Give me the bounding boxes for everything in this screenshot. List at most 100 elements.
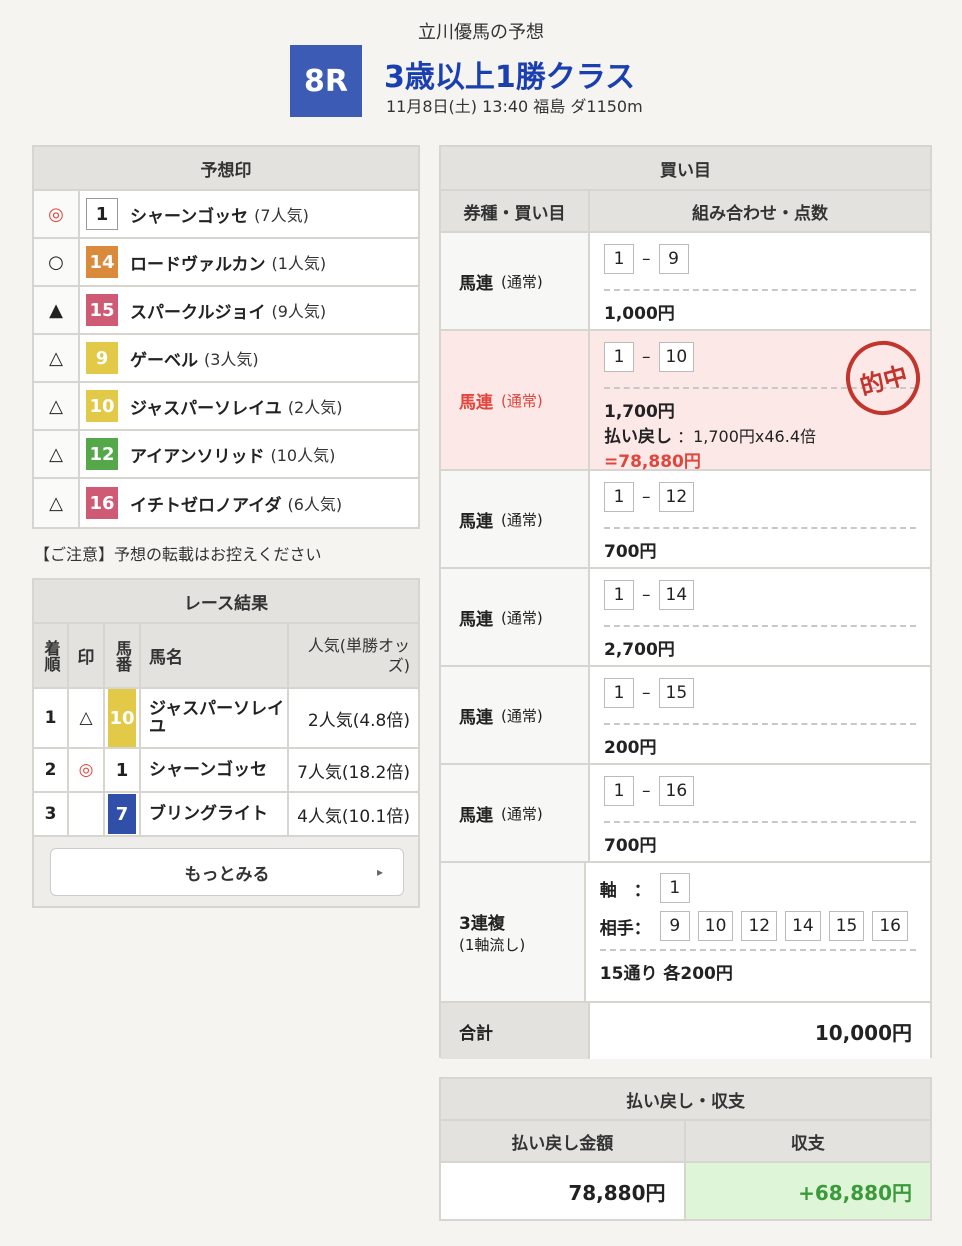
combo-horse-b: 12 bbox=[658, 482, 695, 512]
bet-row-hit: 馬連 (通常) 1–10 1,700円 払い戻し ：1,700円x46.4倍 =7… bbox=[441, 331, 930, 472]
bet-row: 馬連 (通常) 1–15 200円 bbox=[441, 667, 930, 765]
bet-type: 馬連 bbox=[459, 511, 493, 532]
bet-type: 馬連 bbox=[459, 392, 493, 413]
total-label: 合計 bbox=[441, 1003, 590, 1059]
results-title: レース結果 bbox=[34, 580, 418, 624]
combo-horse-b: 14 bbox=[658, 580, 695, 610]
horse-name[interactable]: スパークルジョイ bbox=[130, 298, 266, 323]
table-row: 2 ◎ 1 シャーンゴッセ 7人気(18.2倍) bbox=[34, 747, 418, 793]
col-popularity: 人気(単勝オッズ) bbox=[287, 624, 418, 689]
bet-amount: 1,000円 bbox=[604, 304, 675, 324]
col-mark: 印 bbox=[67, 624, 105, 689]
page-subtitle: 立川優馬の予想 bbox=[418, 22, 544, 43]
horse-number: 10 bbox=[86, 390, 118, 422]
combo-dash: – bbox=[642, 683, 651, 703]
combo-horse-b: 9 bbox=[658, 244, 689, 274]
result-horse-name[interactable]: シャーンゴッセ bbox=[139, 747, 289, 793]
result-horse-number: 7 bbox=[108, 794, 136, 834]
result-mark: ◎ bbox=[67, 747, 105, 793]
horse-number: 1 bbox=[86, 198, 118, 230]
horse-number: 9 bbox=[86, 342, 118, 374]
bet-subtype: (通常) bbox=[501, 272, 543, 291]
bets-panel: 買い目 券種・買い目 組み合わせ・点数 馬連 (通常) 1–9 1,000円 馬連… bbox=[439, 145, 932, 1059]
combo-horse-b: 10 bbox=[658, 342, 695, 372]
see-more-button[interactable]: もっとみる ▸ bbox=[50, 848, 404, 896]
result-mark: △ bbox=[67, 687, 105, 749]
col-number: 馬番 bbox=[113, 639, 132, 672]
prediction-mark: △ bbox=[34, 431, 80, 477]
result-popularity: 2人気(4.8倍) bbox=[287, 687, 418, 749]
horse-popularity: (3人気) bbox=[204, 350, 259, 369]
prediction-mark: ○ bbox=[34, 239, 80, 285]
results-table: 着順 印 馬番 馬名 人気(単勝オッズ) 1 △ 10 ジャスパーソレイユ 2人… bbox=[34, 624, 418, 837]
table-row: 3 7 ブリングライト 4人気(10.1倍) bbox=[34, 791, 418, 837]
result-horse-name[interactable]: ジャスパーソレイユ bbox=[139, 687, 289, 749]
prediction-panel: 予想印 ◎ 1 シャーンゴッセ (7人気) ○ 14 ロードヴァルカン (1人気) ▲ … bbox=[32, 145, 420, 529]
combo-horse-a: 1 bbox=[604, 342, 634, 372]
payout-panel: 払い戻し・収支 払い戻し金額 収支 78,880円 +68,880円 bbox=[439, 1077, 932, 1221]
partner-horse: 16 bbox=[872, 911, 908, 941]
bet-row: 馬連 (通常) 1–9 1,000円 bbox=[441, 233, 930, 331]
combo-horse-a: 1 bbox=[604, 580, 634, 610]
payout-col-profit: 収支 bbox=[790, 1133, 825, 1154]
horse-name[interactable]: ゲーベル bbox=[130, 346, 198, 371]
horse-name[interactable]: ジャスパーソレイユ bbox=[130, 394, 282, 419]
partner-label: 相手： bbox=[599, 918, 651, 939]
bet-row: 馬連 (通常) 1–12 700円 bbox=[441, 471, 930, 569]
prediction-mark: ▲ bbox=[34, 287, 80, 333]
combo-horse-a: 1 bbox=[604, 776, 634, 806]
race-results-panel: レース結果 着順 印 馬番 馬名 人気(単勝オッズ) 1 △ 10 ジャスパーソ… bbox=[32, 578, 420, 908]
payback-total: =78,880円 bbox=[604, 452, 701, 472]
horse-name[interactable]: シャーンゴッセ bbox=[130, 202, 248, 227]
total-row: 合計 10,000円 bbox=[441, 1003, 930, 1059]
table-row: 1 △ 10 ジャスパーソレイユ 2人気(4.8倍) bbox=[34, 687, 418, 749]
horse-name[interactable]: ロードヴァルカン bbox=[130, 250, 266, 275]
axis-horse: 1 bbox=[659, 873, 690, 903]
combo-horse-b: 15 bbox=[658, 678, 695, 708]
horse-number: 14 bbox=[86, 246, 118, 278]
combo-horse-a: 1 bbox=[604, 244, 634, 274]
result-rank: 1 bbox=[34, 687, 69, 749]
combo-horse-a: 1 bbox=[604, 482, 634, 512]
bet-summary: 15通り 各200円 bbox=[599, 964, 733, 984]
bet-subtype: (通常) bbox=[501, 608, 543, 627]
bet-amount: 700円 bbox=[604, 836, 657, 856]
bet-amount: 200円 bbox=[604, 738, 657, 758]
bet-subtype: (1軸流し) bbox=[459, 936, 526, 954]
prediction-row: ▲ 15 スパークルジョイ (9人気) bbox=[34, 287, 418, 335]
combo-dash: – bbox=[642, 487, 651, 507]
combo-dash: – bbox=[642, 347, 651, 367]
col-rank: 着順 bbox=[41, 639, 61, 672]
result-horse-name[interactable]: ブリングライト bbox=[139, 791, 289, 837]
chevron-right-icon: ▸ bbox=[376, 865, 383, 879]
horse-name[interactable]: アイアンソリッド bbox=[130, 442, 264, 467]
race-info: 11月8日(土) 13:40 福島 ダ1150m bbox=[386, 97, 643, 116]
partner-horse: 10 bbox=[697, 911, 734, 941]
race-title: 3歳以上1勝クラス bbox=[384, 60, 636, 95]
bets-title: 買い目 bbox=[441, 147, 930, 191]
bet-subtype: (通常) bbox=[501, 804, 543, 823]
bet-type: 馬連 bbox=[459, 273, 493, 294]
prediction-mark: △ bbox=[34, 335, 80, 381]
prediction-row: △ 10 ジャスパーソレイユ (2人気) bbox=[34, 383, 418, 431]
prediction-mark: △ bbox=[34, 383, 80, 429]
see-more-label: もっとみる bbox=[184, 864, 270, 885]
horse-number: 12 bbox=[86, 438, 118, 470]
result-rank: 2 bbox=[34, 747, 69, 793]
horse-popularity: (2人気) bbox=[287, 398, 343, 417]
bet-subtype: (通常) bbox=[501, 391, 543, 410]
horse-name[interactable]: イチトゼロノアイダ bbox=[130, 491, 281, 516]
result-mark bbox=[67, 791, 105, 837]
bet-subtype: (通常) bbox=[501, 706, 543, 725]
prediction-mark: △ bbox=[34, 479, 80, 527]
bet-type: 3連複 bbox=[459, 914, 505, 934]
prediction-row: △ 12 アイアンソリッド (10人気) bbox=[34, 431, 418, 479]
payback-label: 払い戻し bbox=[604, 427, 672, 447]
bet-row: 馬連 (通常) 1–16 700円 bbox=[441, 765, 930, 863]
payout-col-amount: 払い戻し金額 bbox=[441, 1121, 686, 1161]
prediction-row: △ 9 ゲーベル (3人気) bbox=[34, 335, 418, 383]
axis-label: 軸 ： bbox=[599, 880, 651, 901]
prediction-mark: ◎ bbox=[34, 191, 80, 237]
bet-type: 馬連 bbox=[459, 609, 493, 630]
partner-horse: 15 bbox=[828, 911, 865, 941]
